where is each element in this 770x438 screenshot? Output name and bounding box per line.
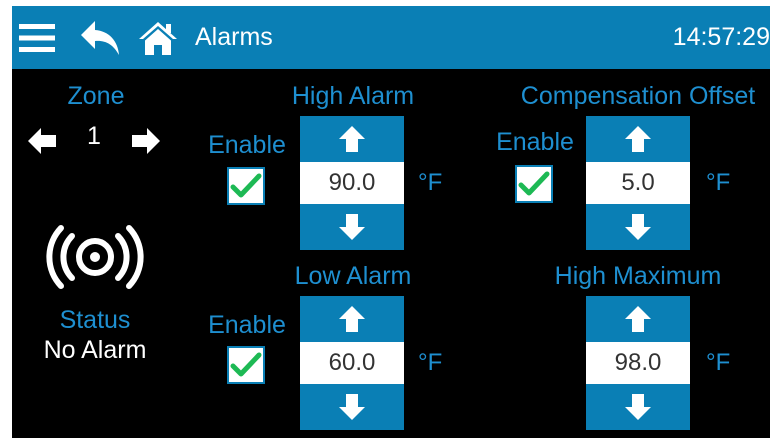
high-maximum-label: High Maximum [554, 262, 722, 290]
high-alarm-label: High Alarm [291, 82, 415, 110]
high-alarm-enable-label: Enable [208, 131, 286, 159]
status-value: No Alarm [43, 336, 147, 364]
zone-value: 1 [87, 122, 101, 150]
clock: 14:57:29 [672, 23, 770, 51]
high-alarm-enable-checkbox[interactable] [227, 167, 265, 205]
high-maximum-stepper: 98.0 [586, 296, 690, 430]
zone-label: Zone [67, 82, 125, 110]
alarm-sound-icon [46, 224, 144, 290]
page-title: Alarms [195, 23, 273, 51]
compensation-offset-increase-arrow-icon[interactable] [586, 116, 690, 162]
high-alarm-increase-arrow-icon[interactable] [300, 116, 404, 162]
title-bar: Alarms 14:57:29 [12, 6, 770, 69]
high-maximum-increase-arrow-icon[interactable] [586, 296, 690, 342]
alarms-screen: Alarms 14:57:29 Zone 1 Status No Alarm H… [12, 6, 770, 438]
low-alarm-unit: °F [418, 349, 443, 376]
compensation-offset-value[interactable]: 5.0 [586, 162, 690, 204]
menu-icon[interactable] [17, 6, 57, 69]
low-alarm-label: Low Alarm [294, 262, 412, 290]
compensation-offset-enable-checkbox[interactable] [515, 165, 553, 203]
low-alarm-decrease-arrow-icon[interactable] [300, 384, 404, 430]
back-arrow-icon[interactable] [78, 6, 122, 69]
high-alarm-unit: °F [418, 169, 443, 196]
high-maximum-unit: °F [706, 349, 731, 376]
zone-next-arrow-icon[interactable] [130, 125, 162, 157]
high-alarm-value[interactable]: 90.0 [300, 162, 404, 204]
low-alarm-stepper: 60.0 [300, 296, 404, 430]
compensation-offset-stepper: 5.0 [586, 116, 690, 250]
compensation-offset-label: Compensation Offset [520, 82, 756, 110]
high-alarm-stepper: 90.0 [300, 116, 404, 250]
low-alarm-enable-checkbox[interactable] [227, 346, 265, 384]
high-maximum-value[interactable]: 98.0 [586, 342, 690, 384]
status-label: Status [59, 306, 131, 334]
high-maximum-decrease-arrow-icon[interactable] [586, 384, 690, 430]
compensation-offset-decrease-arrow-icon[interactable] [586, 204, 690, 250]
home-icon[interactable] [136, 6, 180, 69]
low-alarm-enable-label: Enable [208, 311, 286, 339]
low-alarm-value[interactable]: 60.0 [300, 342, 404, 384]
zone-prev-arrow-icon[interactable] [26, 125, 58, 157]
compensation-offset-unit: °F [706, 169, 731, 196]
high-alarm-decrease-arrow-icon[interactable] [300, 204, 404, 250]
low-alarm-increase-arrow-icon[interactable] [300, 296, 404, 342]
compensation-offset-enable-label: Enable [496, 128, 574, 156]
